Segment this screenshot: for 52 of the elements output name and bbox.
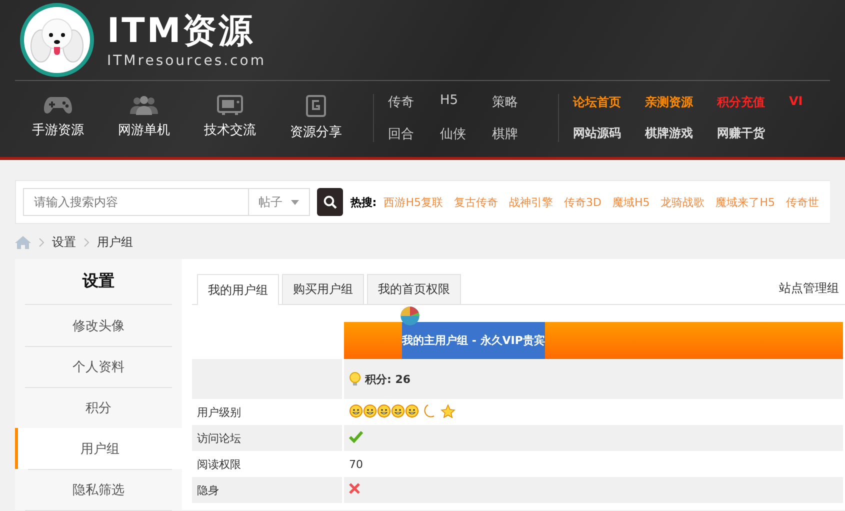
- search-button[interactable]: [316, 188, 344, 216]
- ball-icon: [400, 306, 420, 326]
- category-link[interactable]: 传奇: [388, 93, 440, 111]
- group-header: 我的主用户组 - 永久VIP贵宾: [402, 322, 545, 359]
- site-domain: ITMresources.com: [107, 53, 266, 69]
- gamepad-icon: [44, 95, 72, 115]
- permission-value: 70: [349, 458, 363, 470]
- nav-link[interactable]: 论坛首页: [573, 94, 645, 111]
- breadcrumb-link[interactable]: 用户组: [97, 234, 133, 250]
- people-icon: [130, 95, 158, 115]
- category-link[interactable]: 仙侠: [440, 125, 492, 143]
- nav-item[interactable]: 资源分享: [273, 95, 359, 141]
- breadcrumb-link[interactable]: 设置: [52, 234, 76, 250]
- tv-icon: [217, 95, 243, 115]
- nav-link[interactable]: 积分充值: [717, 94, 789, 111]
- sidebar-item[interactable]: 修改头像: [15, 305, 182, 346]
- hot-search-label: 热搜:: [350, 194, 377, 210]
- site-logo-title: ITM资源: [107, 11, 256, 51]
- nav-link[interactable]: 棋牌游戏: [645, 125, 717, 142]
- nav-item[interactable]: 手游资源: [15, 95, 101, 141]
- cross-icon: [349, 483, 360, 494]
- nav-link[interactable]: 亲测资源: [645, 94, 717, 111]
- caret-icon: [290, 200, 299, 204]
- points-value: 积分: 26: [365, 372, 411, 386]
- category-link[interactable]: H5: [440, 93, 492, 111]
- tablet-icon: [306, 95, 326, 117]
- sidebar-item[interactable]: 隐私筛选: [15, 469, 182, 510]
- nav-link[interactable]: VI: [789, 94, 809, 111]
- chevron-icon: [39, 238, 44, 246]
- nav-link[interactable]: 网站源码: [573, 125, 645, 142]
- nav-item[interactable]: 网游单机: [101, 95, 187, 141]
- category-link[interactable]: 棋牌: [492, 125, 544, 143]
- bulb-icon: [349, 372, 361, 386]
- tab[interactable]: 我的首页权限: [367, 274, 461, 304]
- admin-group-link[interactable]: 站点管理组: [779, 280, 839, 297]
- dog-logo-icon: [19, 2, 95, 78]
- sidebar-item[interactable]: 用户组: [15, 428, 182, 469]
- permission-label: 访问论坛: [192, 425, 343, 451]
- search-scope[interactable]: 帖子: [258, 194, 283, 210]
- nav-item[interactable]: 技术交流: [187, 95, 273, 141]
- sidebar-item[interactable]: 个人资料: [15, 346, 182, 387]
- chevron-icon: [84, 238, 89, 246]
- tab[interactable]: 购买用户组: [282, 274, 364, 304]
- search-icon: [322, 195, 337, 209]
- search-field[interactable]: 请输入搜索内容 帖子: [23, 188, 310, 216]
- category-link[interactable]: 策略: [492, 93, 544, 111]
- permission-label: 隐身: [192, 477, 343, 503]
- tab[interactable]: 我的用户组: [197, 274, 279, 305]
- check-icon: [349, 430, 363, 442]
- sidebar-title: 设置: [25, 259, 172, 305]
- nav-link[interactable]: 网赚干货: [717, 125, 789, 142]
- category-link[interactable]: 回合: [388, 125, 440, 143]
